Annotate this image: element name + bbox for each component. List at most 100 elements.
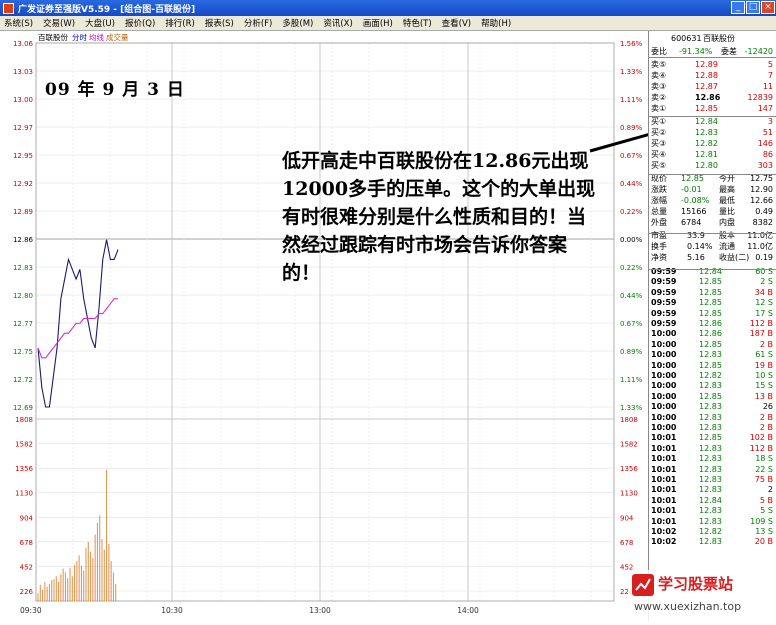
- stat-value2: 0.49: [755, 207, 773, 216]
- tick-time: 10:02: [651, 537, 677, 547]
- tick-volume: 5 S: [760, 506, 773, 516]
- tick-price: 12.83: [699, 464, 722, 474]
- price-tick: 12.95: [13, 152, 33, 160]
- buy-label: 买②: [651, 128, 667, 137]
- tick-time: 10:00: [651, 360, 677, 370]
- menu-item-1[interactable]: 交易(W): [39, 17, 81, 29]
- volume-tick: 1356: [15, 465, 33, 473]
- stat-row: 外盘 6784 内盘 8382: [651, 218, 775, 229]
- tick-time: 10:01: [651, 454, 677, 464]
- buy-label: 买③: [651, 139, 667, 148]
- volume-tick-right: 678: [620, 539, 633, 547]
- menu-item-7[interactable]: 多股(M): [278, 17, 319, 29]
- intraday-chart[interactable]: 百联股份 分时 均线 成交量 13.06 1.56% 13.03 1.33% 13.00 1.11…: [0, 31, 686, 622]
- tick-volume: 12 S: [755, 298, 773, 308]
- stat2-row: 净资 5.16 收益(二) 0.19: [651, 253, 775, 264]
- tick-price: 12.83: [699, 475, 722, 484]
- menu-item-3[interactable]: 报价(Q): [121, 17, 161, 29]
- close-button[interactable]: ×: [761, 1, 775, 14]
- tick-time: 10:01: [651, 433, 677, 443]
- minimize-button[interactable]: _: [731, 1, 745, 14]
- menu-item-10[interactable]: 特色(T): [399, 17, 438, 29]
- buy-volume: 146: [757, 139, 773, 148]
- sell-level-5: 卖⑤ 12.89 5: [651, 60, 775, 71]
- tick-volume: 2 B: [759, 423, 773, 432]
- volume-tick: 904: [20, 514, 34, 522]
- price-tick: 12.86: [13, 236, 34, 244]
- volume-tick-right: 1582: [620, 441, 638, 449]
- time-tick: 10:30: [161, 606, 183, 615]
- trade-tick-row: 09:59 12.85 2 S: [651, 277, 775, 288]
- menu-item-5[interactable]: 报表(S): [201, 17, 240, 29]
- menu-item-11[interactable]: 查看(V): [438, 17, 477, 29]
- buy-level-3: 买③ 12.82 146: [651, 139, 775, 150]
- menu-item-6[interactable]: 分析(F): [240, 17, 279, 29]
- menu-item-0[interactable]: 系统(S): [0, 17, 39, 29]
- price-tick: 12.83: [13, 264, 33, 272]
- buy-label: 买①: [651, 117, 667, 126]
- legend-time: 分时: [72, 32, 87, 42]
- buy-level-4: 买④ 12.81 86: [651, 150, 775, 161]
- menu-item-12[interactable]: 帮助(H): [477, 17, 517, 29]
- price-tick: 12.80: [13, 292, 33, 300]
- window-title: 广发证券至强版V5.59 - [组合图-百联股份]: [18, 4, 196, 15]
- volume-tick: 678: [20, 539, 33, 547]
- wc-value: -12420: [744, 47, 773, 56]
- pct-tick: 0.89%: [620, 348, 643, 356]
- stat-label2: 收益(二): [719, 253, 750, 262]
- pct-tick: 0.22%: [620, 208, 643, 216]
- trade-tick-row: 10:00 12.86 187 B: [651, 329, 775, 340]
- sell-volume: 12839: [747, 93, 773, 102]
- tick-time: 10:01: [651, 516, 677, 526]
- trade-tick-row: 10:01 12.85 102 B: [651, 433, 775, 444]
- buy-price: 12.80: [695, 161, 718, 170]
- buy-volume: 303: [757, 161, 773, 170]
- menu-bar: 系统(S) 交易(W) 大盘(U) 报价(Q) 排行(R) 报表(S) 分析(F) 多股(M)…: [0, 16, 776, 31]
- tick-price: 12.83: [699, 485, 722, 495]
- sell-price: 12.88: [695, 71, 718, 80]
- maximize-button[interactable]: □: [746, 1, 760, 14]
- pct-tick: 0.67%: [620, 320, 643, 328]
- price-tick: 13.06: [13, 40, 34, 48]
- tick-price: 12.83: [699, 412, 722, 422]
- tick-volume: 10 S: [755, 371, 773, 380]
- trade-tick-row: 10:01 12.83 18 S: [651, 454, 775, 465]
- volume-tick: 226: [20, 588, 34, 596]
- tick-time: 10:00: [651, 402, 677, 412]
- legend-vol: 成交量: [106, 32, 129, 42]
- tick-price: 12.83: [699, 454, 722, 464]
- volume-tick: 1808: [15, 416, 33, 424]
- panel-divider: [649, 233, 776, 234]
- menu-item-9[interactable]: 画面(H): [359, 17, 399, 29]
- sell-price: 12.89: [695, 60, 718, 69]
- stat-label: 换手: [651, 242, 667, 251]
- sell-label: 卖③: [651, 82, 667, 91]
- pct-tick: 1.11%: [620, 376, 643, 384]
- price-tick: 12.69: [13, 404, 33, 412]
- stat-value2: 12.90: [750, 185, 773, 194]
- trade-tick-row: 10:00 12.85 2 B: [651, 340, 775, 351]
- trade-tick-row: 10:00 12.83 61 S: [651, 350, 775, 361]
- sell-level-2: 卖② 12.86 12839: [651, 93, 775, 104]
- volume-tick: 452: [20, 563, 33, 571]
- trade-tick-row: 10:01 12.83 75 B: [651, 475, 775, 486]
- trade-tick-row: 10:01 12.83 22 S: [651, 465, 775, 476]
- tick-price: 12.84: [699, 495, 722, 505]
- tick-volume: 17 S: [755, 308, 773, 318]
- tick-volume: 18 S: [755, 454, 773, 464]
- menu-item-4[interactable]: 排行(R): [161, 17, 201, 29]
- tick-price: 12.82: [699, 527, 722, 536]
- menu-item-2[interactable]: 大盘(U): [81, 17, 121, 29]
- tick-time: 10:00: [651, 371, 677, 380]
- price-tick: 12.77: [13, 320, 33, 328]
- tick-time: 10:01: [651, 506, 677, 516]
- price-tick: 12.75: [13, 348, 33, 356]
- tick-volume: 15 S: [755, 381, 773, 391]
- menu-item-8[interactable]: 资讯(X): [319, 17, 358, 29]
- chart-area[interactable]: 百联股份 分时 均线 成交量 13.06 1.56% 13.03 1.33% 13.00 1.11…: [0, 31, 686, 622]
- price-tick: 13.03: [13, 68, 33, 76]
- price-tick: 12.89: [13, 208, 33, 216]
- stat-row: 现价 12.85 今开 12.75: [651, 174, 775, 185]
- sell-label: 卖②: [651, 93, 667, 102]
- time-tick: 14:00: [457, 606, 479, 615]
